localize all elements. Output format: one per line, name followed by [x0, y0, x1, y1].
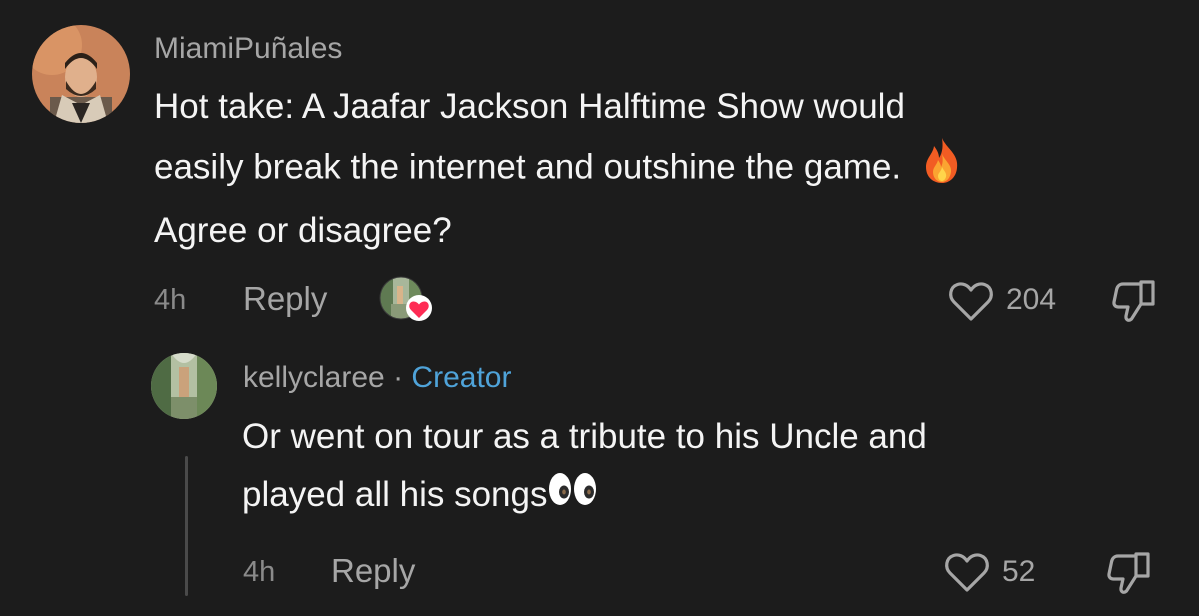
- replier-username-row: kellyclaree · Creator: [243, 361, 511, 395]
- eyes-emoji-icon: [547, 468, 599, 526]
- replier-username[interactable]: kellyclaree: [243, 361, 385, 394]
- reply-to-reply-button[interactable]: Reply: [331, 552, 415, 590]
- commenter-avatar[interactable]: [32, 25, 130, 123]
- reply-like-count: 52: [1002, 555, 1036, 588]
- replier-avatar[interactable]: [151, 353, 217, 419]
- heart-icon[interactable]: [948, 280, 994, 322]
- reply-heart-icon[interactable]: [944, 551, 990, 593]
- creator-liked-badge: [379, 276, 435, 324]
- reply-timestamp: 4h: [243, 556, 276, 588]
- reply-line-1: Or went on tour as a tribute to his Uncl…: [242, 417, 927, 456]
- comment-body: Hot take: A Jaafar Jackson Halftime Show…: [154, 78, 963, 260]
- commenter-username[interactable]: MiamiPuñales: [154, 32, 342, 66]
- like-count: 204: [1006, 283, 1057, 316]
- reply-button[interactable]: Reply: [243, 280, 327, 318]
- thread-line: [185, 456, 188, 596]
- comment-timestamp: 4h: [154, 284, 187, 316]
- comment-line-2: easily break the internet and outshine t…: [154, 136, 963, 202]
- comment-line-1: Hot take: A Jaafar Jackson Halftime Show…: [154, 87, 905, 126]
- comments-panel: MiamiPuñales Hot take: A Jaafar Jackson …: [0, 0, 1199, 616]
- separator-dot: ·: [393, 361, 404, 394]
- fire-emoji-icon: [921, 136, 963, 202]
- reply-dislike-icon[interactable]: [1106, 550, 1152, 596]
- dislike-icon[interactable]: [1111, 278, 1157, 324]
- creator-badge: Creator: [411, 361, 512, 394]
- reply-line-2: played all his songs: [242, 466, 927, 526]
- comment-line-3: Agree or disagree?: [154, 211, 452, 250]
- reply-body: Or went on tour as a tribute to his Uncl…: [242, 408, 927, 526]
